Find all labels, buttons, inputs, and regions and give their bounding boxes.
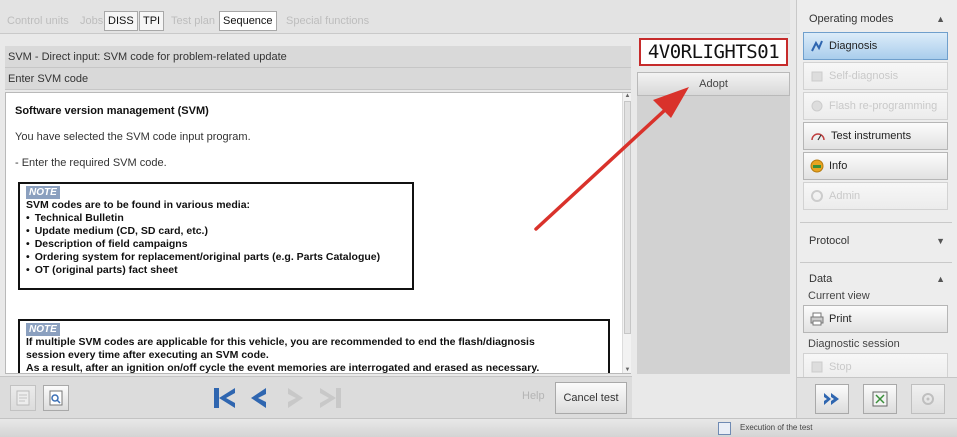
print-button[interactable]: Print: [803, 305, 948, 333]
operating-modes-label: Operating modes: [809, 13, 894, 25]
page-title: SVM - Direct input: SVM code for problem…: [5, 46, 631, 68]
protocol-header[interactable]: Protocol ▼: [802, 230, 950, 252]
mode-self-diagnosis-button: Self-diagnosis: [803, 62, 948, 90]
note-2-line-1: If multiple SVM codes are applicable for…: [26, 336, 535, 348]
note-box-1: NOTE SVM codes are to be found in variou…: [18, 182, 414, 290]
mode-label: Self-diagnosis: [829, 70, 899, 82]
mode-admin-button: Admin: [803, 182, 948, 210]
data-header[interactable]: Data ▲: [802, 268, 950, 290]
content-heading: Software version management (SVM): [15, 105, 209, 117]
settings-button: [911, 384, 945, 414]
admin-icon: [811, 190, 823, 202]
note-1-item: OT (original parts) fact sheet: [26, 264, 408, 277]
tab-bar: Control units Jobs DISS TPI Test plan Se…: [0, 0, 790, 34]
content-scrollbar[interactable]: ▲ ▼: [622, 93, 631, 373]
double-chevron-right-icon: [824, 393, 839, 405]
scroll-down-icon[interactable]: ▼: [624, 367, 631, 373]
mode-diagnosis-button[interactable]: Diagnosis: [803, 32, 948, 60]
printer-icon: [810, 312, 824, 326]
document-icon: [16, 390, 30, 406]
data-label: Data: [809, 273, 833, 285]
mode-label: Info: [829, 160, 848, 172]
chevron-down-icon: ▼: [936, 236, 945, 246]
skip-first-icon: [214, 388, 235, 408]
adopt-button[interactable]: Adopt: [637, 72, 790, 96]
note-box-2: NOTE If multiple SVM codes are applicabl…: [18, 319, 610, 374]
tab-test-plan: Test plan: [171, 15, 216, 27]
stop-label: Stop: [829, 361, 852, 373]
help-button: Help: [522, 390, 545, 402]
divider: [800, 262, 952, 263]
bottom-toolbar: Help Cancel test: [0, 376, 632, 418]
status-text: Execution of the test: [740, 423, 813, 432]
diagnosis-icon: [811, 40, 823, 52]
info-icon: [810, 159, 824, 173]
mode-label: Flash re-programming: [829, 100, 938, 112]
note-1-item: Ordering system for replacement/original…: [26, 251, 408, 264]
instruction-content: Software version management (SVM) You ha…: [5, 92, 631, 374]
next-step-button: [280, 383, 310, 413]
mode-info-button[interactable]: Info: [803, 152, 948, 180]
content-line-1: You have selected the SVM code input pro…: [15, 131, 251, 143]
note-1-item: Description of field campaigns: [26, 238, 408, 251]
first-step-button[interactable]: [209, 383, 239, 413]
mode-label: Test instruments: [831, 130, 912, 142]
page-subtitle: Enter SVM code: [5, 68, 631, 90]
divider: [800, 222, 952, 223]
operating-modes-header[interactable]: Operating modes ▲: [802, 8, 950, 30]
forward-button[interactable]: [815, 384, 849, 414]
gear-icon: [922, 393, 934, 405]
svm-code-input[interactable]: [639, 38, 788, 66]
execution-icon: [718, 422, 731, 435]
protocol-label: Protocol: [809, 235, 850, 247]
note-1-item: Technical Bulletin: [26, 212, 408, 225]
tab-diss[interactable]: DISS: [104, 11, 138, 31]
mode-label: Admin: [829, 190, 861, 202]
cancel-test-button[interactable]: Cancel test: [555, 382, 627, 414]
skip-last-icon: [320, 388, 341, 408]
tab-sequence[interactable]: Sequence: [219, 11, 277, 31]
note-1-intro: SVM codes are to be found in various med…: [26, 199, 251, 211]
previous-step-button[interactable]: [244, 383, 274, 413]
scroll-thumb[interactable]: [624, 101, 631, 334]
scroll-up-icon[interactable]: ▲: [624, 93, 631, 99]
note-2-line-2: session every time after executing an SV…: [26, 349, 269, 361]
chevron-right-icon: [288, 388, 303, 408]
document-button[interactable]: [10, 385, 36, 411]
tab-special-functions: Special functions: [286, 15, 370, 27]
stop-icon: [811, 361, 823, 373]
note-1-item: Update medium (CD, SD card, etc.): [26, 225, 408, 238]
tab-control-units: Control units: [7, 15, 69, 27]
input-side-panel: [637, 96, 790, 374]
flash-icon: [811, 100, 823, 112]
document-search-icon: [49, 390, 63, 406]
screenshot-button[interactable]: [863, 384, 897, 414]
chevron-left-icon: [251, 388, 266, 408]
print-label: Print: [829, 313, 852, 325]
capture-icon: [872, 391, 888, 407]
chevron-up-icon: ▲: [936, 14, 945, 24]
note-badge-1: NOTE: [26, 186, 60, 199]
last-step-button: [316, 383, 346, 413]
mode-test-instruments-button[interactable]: Test instruments: [803, 122, 948, 150]
mode-label: Diagnosis: [829, 40, 878, 52]
self-diagnosis-icon: [811, 71, 823, 82]
mode-flash-button: Flash re-programming: [803, 92, 948, 120]
gauge-icon: [811, 133, 825, 141]
tab-jobs: Jobs: [80, 15, 104, 27]
note-badge-2: NOTE: [26, 323, 60, 336]
diagnostic-session-label: Diagnostic session: [808, 338, 900, 350]
tab-tpi[interactable]: TPI: [139, 11, 165, 31]
note-2-line-3: As a result, after an ignition on/off cy…: [26, 362, 540, 374]
document-search-button[interactable]: [43, 385, 69, 411]
content-line-2: - Enter the required SVM code.: [15, 157, 167, 169]
status-bar: Execution of the test: [0, 418, 957, 437]
chevron-up-icon: ▲: [936, 274, 945, 284]
current-view-label: Current view: [808, 290, 870, 302]
